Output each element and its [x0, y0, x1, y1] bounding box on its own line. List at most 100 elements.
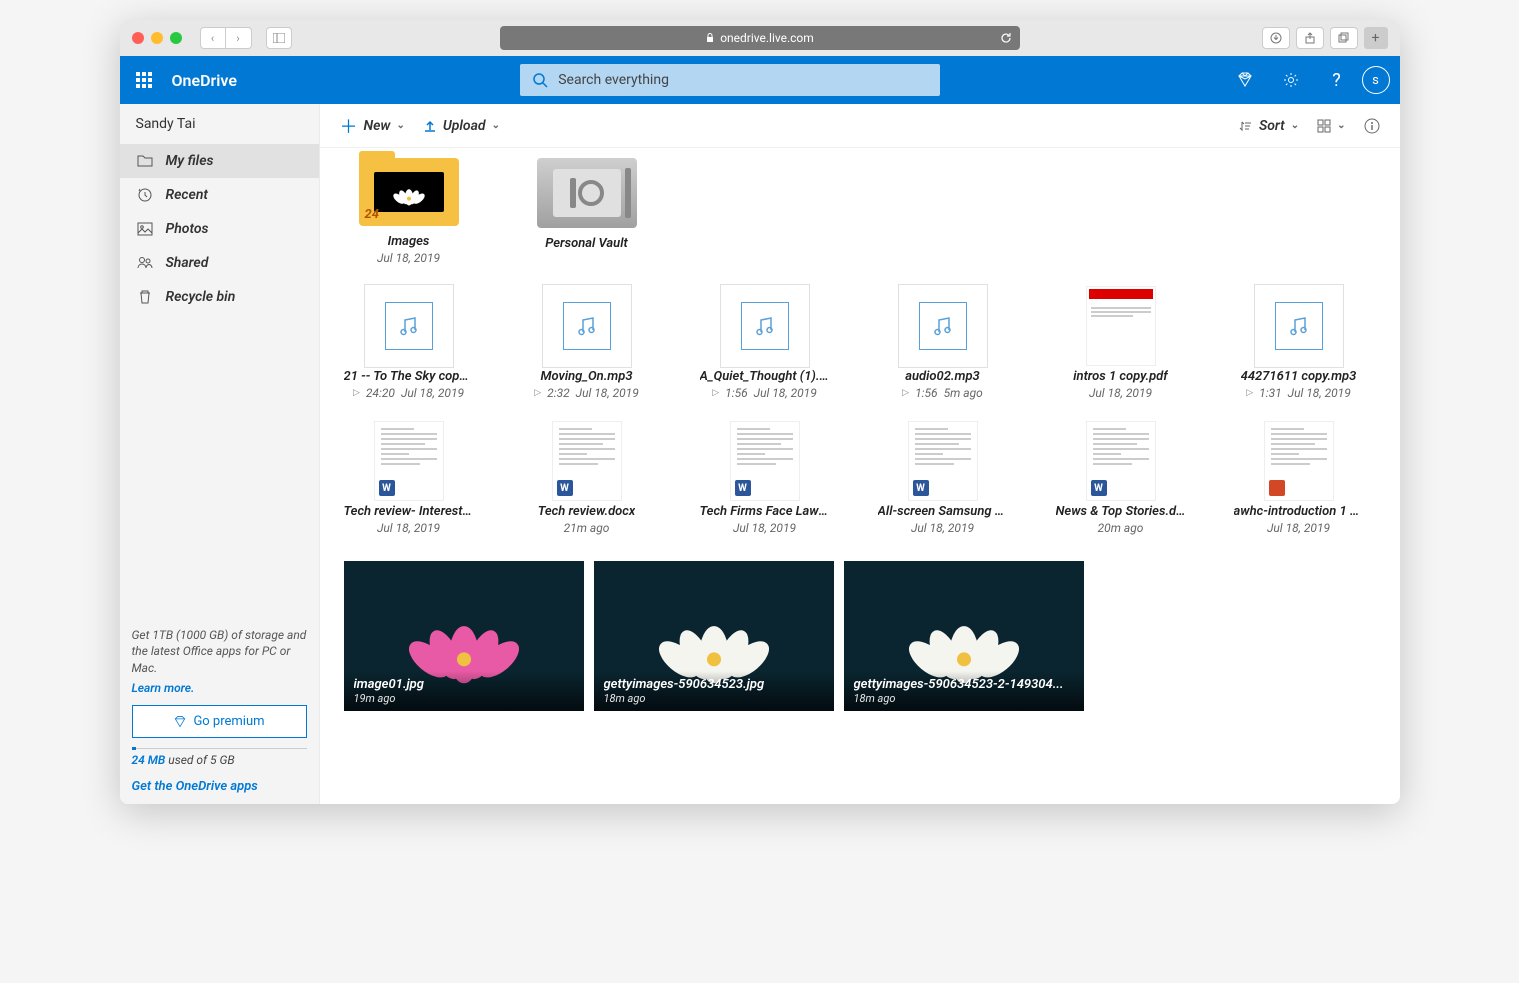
image-tile[interactable]: gettyimages-590634523-2-149304...18m ago: [844, 561, 1084, 711]
diamond-icon: [1236, 71, 1254, 89]
info-button[interactable]: [1364, 118, 1380, 134]
file-thumb: [898, 284, 988, 368]
traffic-lights: [132, 32, 182, 44]
premium-button[interactable]: [1224, 56, 1266, 104]
app-launcher-button[interactable]: [120, 56, 168, 104]
tabs-button[interactable]: [1330, 27, 1358, 49]
search-input[interactable]: [558, 72, 928, 88]
back-button[interactable]: ‹: [200, 27, 226, 49]
address-bar[interactable]: onedrive.live.com: [500, 26, 1020, 50]
file-name: Tech review.docx: [538, 504, 636, 519]
file-tile[interactable]: WNews & Top Stories.d...20m ago: [1056, 426, 1186, 535]
app-title: OneDrive: [172, 71, 237, 90]
help-button[interactable]: ?: [1316, 56, 1358, 104]
clock-icon: [136, 187, 154, 203]
storage-used: 24 MB: [132, 753, 166, 767]
get-apps-link[interactable]: Get the OneDrive apps: [132, 779, 307, 794]
file-meta: ▷1:31Jul 18, 2019: [1246, 386, 1351, 400]
sidebar-toggle-button[interactable]: [266, 27, 292, 49]
forward-button[interactable]: ›: [226, 27, 252, 49]
minimize-window-button[interactable]: [151, 32, 163, 44]
file-tile[interactable]: awhc-introduction 1 c... Jul 18, 2019: [1234, 426, 1364, 535]
image-date: 18m ago: [604, 692, 824, 705]
sidebar-item-my-files[interactable]: My files: [120, 144, 319, 178]
music-icon: [385, 302, 433, 350]
downloads-button[interactable]: [1262, 27, 1290, 49]
maximize-window-button[interactable]: [170, 32, 182, 44]
file-tile[interactable]: A_Quiet_Thought (1)....▷1:56Jul 18, 2019: [700, 291, 830, 400]
file-name: 44271611 copy.mp3: [1241, 369, 1357, 384]
file-name: Moving_On.mp3: [540, 369, 632, 384]
account-avatar[interactable]: s: [1362, 66, 1390, 94]
file-tile[interactable]: intros 1 copy.pdfJul 18, 2019: [1056, 291, 1186, 400]
file-thumb: [1254, 284, 1344, 368]
new-button[interactable]: ＋New⌄: [340, 113, 405, 139]
file-meta: ▷2:32Jul 18, 2019: [534, 386, 639, 400]
upload-icon: [423, 119, 437, 133]
image-tile[interactable]: image01.jpg19m ago: [344, 561, 584, 711]
image-icon: [136, 221, 154, 237]
folder-icon: [136, 153, 154, 169]
trash-icon: [136, 289, 154, 305]
tiles-icon: [1317, 119, 1331, 133]
image-name: image01.jpg: [354, 677, 574, 692]
upload-button[interactable]: Upload⌄: [423, 118, 500, 134]
sort-icon: [1239, 119, 1253, 133]
settings-button[interactable]: [1270, 56, 1312, 104]
go-premium-button[interactable]: Go premium: [132, 705, 307, 738]
file-name: A_Quiet_Thought (1)....: [700, 369, 830, 384]
url-text: onedrive.live.com: [720, 31, 814, 45]
file-meta: 21m ago: [564, 521, 610, 535]
tile-name: Personal Vault: [545, 236, 627, 251]
gear-icon: [1282, 71, 1300, 89]
lock-icon: [705, 33, 715, 43]
image-tile[interactable]: gettyimages-590634523.jpg18m ago: [594, 561, 834, 711]
file-tile[interactable]: 21 -- To The Sky copy ...▷24:20Jul 18, 2…: [344, 291, 474, 400]
close-window-button[interactable]: [132, 32, 144, 44]
search-box[interactable]: [520, 64, 940, 96]
file-name: audio02.mp3: [905, 369, 980, 384]
tenant-name: Sandy Tai: [120, 104, 319, 144]
file-tile[interactable]: audio02.mp3 ▷1:565m ago: [878, 291, 1008, 400]
view-button[interactable]: ⌄: [1317, 119, 1345, 133]
folder-tile[interactable]: Personal Vault: [522, 158, 652, 265]
image-date: 19m ago: [354, 692, 574, 705]
sidebar-item-recycle-bin[interactable]: Recycle bin: [120, 280, 319, 314]
file-meta: ▷1:565m ago: [902, 386, 983, 400]
file-meta: Jul 18, 2019: [1267, 521, 1330, 535]
sidebar-item-recent[interactable]: Recent: [120, 178, 319, 212]
file-meta: Jul 18, 2019: [377, 521, 440, 535]
file-tile[interactable]: WAll-screen Samsung G...Jul 18, 2019: [878, 426, 1008, 535]
file-meta: ▷24:20Jul 18, 2019: [353, 386, 464, 400]
file-tile[interactable]: WTech review.docx21m ago: [522, 426, 652, 535]
storage-meter: 24 MB used of 5 GB: [132, 748, 307, 767]
file-name: Tech Firms Face Lawm...: [700, 504, 830, 519]
file-tile[interactable]: 44271611 copy.mp3 ▷1:31Jul 18, 2019: [1234, 291, 1364, 400]
folder-icon: 24: [359, 158, 459, 226]
reload-icon[interactable]: [1000, 32, 1012, 44]
sidebar-item-shared[interactable]: Shared: [120, 246, 319, 280]
music-icon: [741, 302, 789, 350]
file-meta: 20m ago: [1098, 521, 1144, 535]
file-tile[interactable]: Moving_On.mp3 ▷2:32Jul 18, 2019: [522, 291, 652, 400]
main-content: ＋New⌄ Upload⌄ Sort⌄ ⌄: [320, 104, 1400, 804]
people-icon: [136, 255, 154, 271]
file-tile[interactable]: WTech review- Interesti...Jul 18, 2019: [344, 426, 474, 535]
suite-header: OneDrive ? s: [120, 56, 1400, 104]
file-meta: Jul 18, 2019: [733, 521, 796, 535]
storage-total: used of 5 GB: [165, 753, 234, 767]
file-thumb: [364, 284, 454, 368]
info-icon: [1364, 118, 1380, 134]
file-name: awhc-introduction 1 c...: [1234, 504, 1364, 519]
sidebar-item-photos[interactable]: Photos: [120, 212, 319, 246]
learn-more-link[interactable]: Learn more.: [132, 681, 307, 695]
new-tab-button[interactable]: +: [1364, 27, 1388, 49]
folder-tile[interactable]: 24ImagesJul 18, 2019: [344, 158, 474, 265]
sort-button[interactable]: Sort⌄: [1239, 118, 1299, 134]
image-name: gettyimages-590634523-2-149304...: [854, 677, 1074, 692]
share-button[interactable]: [1296, 27, 1324, 49]
document-thumb: [1264, 421, 1334, 501]
document-thumb: W: [374, 421, 444, 501]
file-tile[interactable]: WTech Firms Face Lawm...Jul 18, 2019: [700, 426, 830, 535]
music-icon: [563, 302, 611, 350]
